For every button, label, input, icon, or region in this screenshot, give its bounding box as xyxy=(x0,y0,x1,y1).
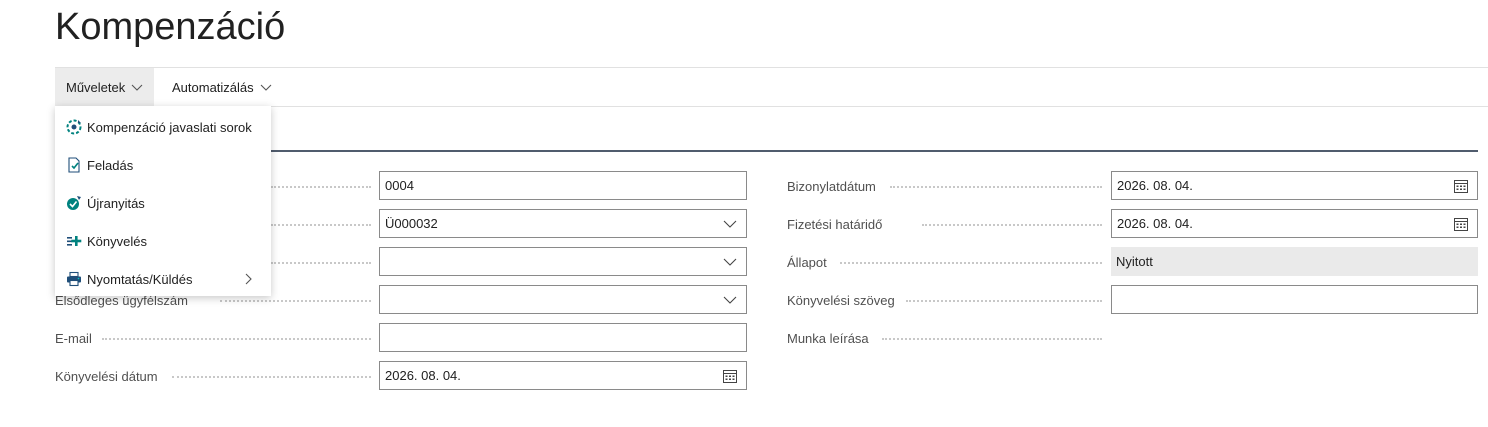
customer-select-value: Ü000032 xyxy=(385,216,438,231)
menu-item-label: Kompenzáció javaslati sorok xyxy=(87,119,252,135)
action-bar: Műveletek Automatizálás xyxy=(55,67,1488,107)
field-dots xyxy=(172,361,371,391)
field-dots xyxy=(271,247,371,277)
no-field[interactable]: 0004 xyxy=(379,171,747,200)
chevron-down-icon xyxy=(260,81,272,93)
posting-date-field[interactable]: 2026. 08. 04. xyxy=(379,361,747,390)
status-value: Nyitott xyxy=(1111,247,1478,276)
field-dots xyxy=(271,171,371,201)
empty-select[interactable] xyxy=(379,247,747,276)
reopen-icon xyxy=(65,194,83,212)
document-date-field[interactable]: 2026. 08. 04. xyxy=(1111,171,1478,200)
field-dots xyxy=(271,209,371,239)
document-date-value: 2026. 08. 04. xyxy=(1117,178,1193,193)
status-label: Állapot xyxy=(787,254,827,270)
chevron-down-icon[interactable] xyxy=(722,216,738,232)
suggest-lines-icon xyxy=(65,118,83,136)
due-date-label: Fizetési határidő xyxy=(787,216,883,232)
menu-item-reopen[interactable]: Újranyitás xyxy=(55,184,271,222)
release-document-icon xyxy=(65,156,83,174)
document-date-label: Bizonylatdátum xyxy=(787,178,876,194)
calendar-icon[interactable] xyxy=(1453,216,1469,232)
automation-menu-button[interactable]: Automatizálás xyxy=(161,68,283,106)
job-description-label: Munka leírása xyxy=(787,330,869,346)
posting-text-label: Könyvelési szöveg xyxy=(787,292,895,308)
field-dots xyxy=(840,247,1102,277)
field-dots xyxy=(906,285,1102,315)
menu-item-post[interactable]: Könyvelés xyxy=(55,222,271,260)
field-dots xyxy=(882,323,1102,353)
menu-item-label: Újranyitás xyxy=(87,195,145,211)
menu-item-label: Feladás xyxy=(87,157,134,173)
chevron-down-icon[interactable] xyxy=(722,292,738,308)
no-field-value: 0004 xyxy=(385,178,414,193)
field-dots xyxy=(922,209,1102,239)
email-label: E-mail xyxy=(55,330,92,346)
actions-menu-label: Műveletek xyxy=(66,79,126,95)
actions-dropdown-menu: Kompenzáció javaslati sorok Feladás Újra… xyxy=(55,106,271,296)
customer-select[interactable]: Ü000032 xyxy=(379,209,747,238)
menu-item-release[interactable]: Feladás xyxy=(55,146,271,184)
due-date-field[interactable]: 2026. 08. 04. xyxy=(1111,209,1478,238)
printer-icon xyxy=(65,270,83,288)
posting-text-field[interactable] xyxy=(1111,285,1478,314)
calendar-icon[interactable] xyxy=(1453,178,1469,194)
field-dots xyxy=(102,323,371,353)
field-dots xyxy=(890,171,1102,201)
post-icon xyxy=(65,232,83,250)
page-title: Kompenzáció xyxy=(55,6,286,48)
primary-customer-select[interactable] xyxy=(379,285,747,314)
menu-item-label: Nyomtatás/Küldés xyxy=(87,271,193,287)
actions-menu-button[interactable]: Műveletek xyxy=(55,68,155,106)
menu-item-label: Könyvelés xyxy=(87,233,147,249)
chevron-down-icon xyxy=(131,81,143,93)
automation-menu-label: Automatizálás xyxy=(172,79,254,95)
chevron-down-icon[interactable] xyxy=(722,254,738,270)
posting-date-label: Könyvelési dátum xyxy=(55,368,158,384)
due-date-value: 2026. 08. 04. xyxy=(1117,216,1193,231)
section-divider xyxy=(271,150,1478,152)
chevron-right-icon xyxy=(243,273,253,285)
calendar-icon[interactable] xyxy=(722,368,738,384)
menu-item-print-send[interactable]: Nyomtatás/Küldés xyxy=(55,260,271,298)
posting-date-value: 2026. 08. 04. xyxy=(385,368,461,383)
menu-item-suggest-lines[interactable]: Kompenzáció javaslati sorok xyxy=(55,108,271,146)
email-field[interactable] xyxy=(379,323,747,352)
